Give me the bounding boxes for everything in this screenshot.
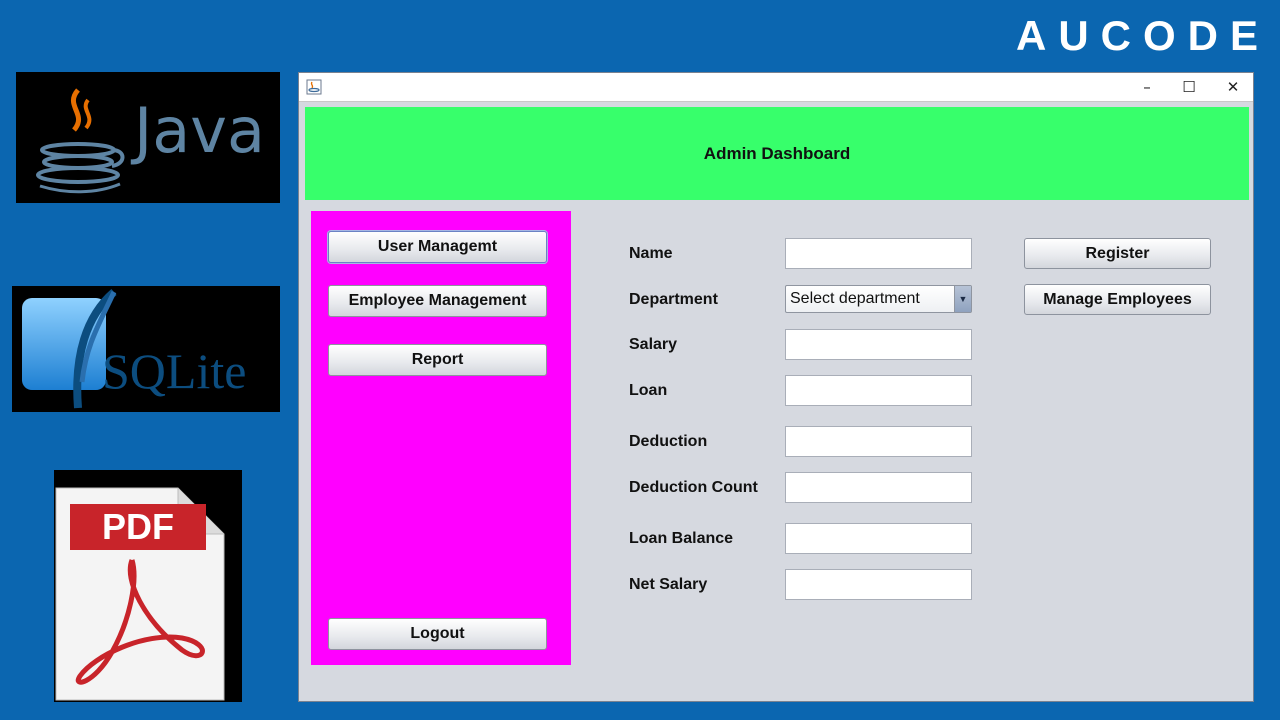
java-logo-text: Java (134, 94, 265, 167)
window-titlebar: – ☐ ✕ (299, 73, 1253, 102)
report-button[interactable]: Report (328, 344, 547, 376)
minimize-button[interactable]: – (1125, 73, 1169, 101)
maximize-button[interactable]: ☐ (1167, 73, 1211, 101)
department-label: Department (629, 291, 718, 308)
net-salary-field[interactable] (785, 569, 972, 600)
loan-balance-field[interactable] (785, 523, 972, 554)
brand-title: AUCODE (1016, 12, 1271, 59)
department-select[interactable]: Select department ▼ (785, 285, 972, 313)
admin-window: – ☐ ✕ Admin Dashboard User Managemt Empl… (298, 72, 1254, 702)
logout-button[interactable]: Logout (328, 618, 547, 650)
department-selected-value: Select department (790, 290, 920, 307)
salary-label: Salary (629, 336, 678, 353)
java-cup-icon (36, 88, 125, 194)
register-button[interactable]: Register (1024, 238, 1211, 269)
close-button[interactable]: ✕ (1211, 73, 1255, 101)
salary-field[interactable] (785, 329, 972, 360)
sidebar: User Managemt Employee Management Report… (311, 211, 571, 665)
pdf-logo: PDF (54, 470, 242, 702)
deduction-field[interactable] (785, 426, 972, 457)
deduction-count-field[interactable] (785, 472, 972, 503)
deduction-count-label: Deduction Count (629, 479, 758, 496)
sqlite-logo-text: SQLite (102, 343, 247, 399)
java-logo: Java (16, 72, 280, 203)
name-field[interactable] (785, 238, 972, 269)
sqlite-logo: SQLite (12, 286, 280, 412)
loan-label: Loan (629, 382, 668, 399)
name-label: Name (629, 245, 673, 262)
user-management-button[interactable]: User Managemt (328, 231, 547, 263)
manage-employees-button[interactable]: Manage Employees (1024, 284, 1211, 315)
net-salary-label: Net Salary (629, 576, 708, 593)
java-app-icon (306, 79, 322, 95)
pdf-logo-text: PDF (70, 504, 206, 550)
loan-field[interactable] (785, 375, 972, 406)
dashboard-header: Admin Dashboard (305, 107, 1249, 200)
employee-management-button[interactable]: Employee Management (328, 285, 547, 317)
loan-balance-label: Loan Balance (629, 530, 734, 547)
chevron-down-icon[interactable]: ▼ (954, 286, 971, 312)
deduction-label: Deduction (629, 433, 708, 450)
page-title: Admin Dashboard (703, 144, 851, 163)
